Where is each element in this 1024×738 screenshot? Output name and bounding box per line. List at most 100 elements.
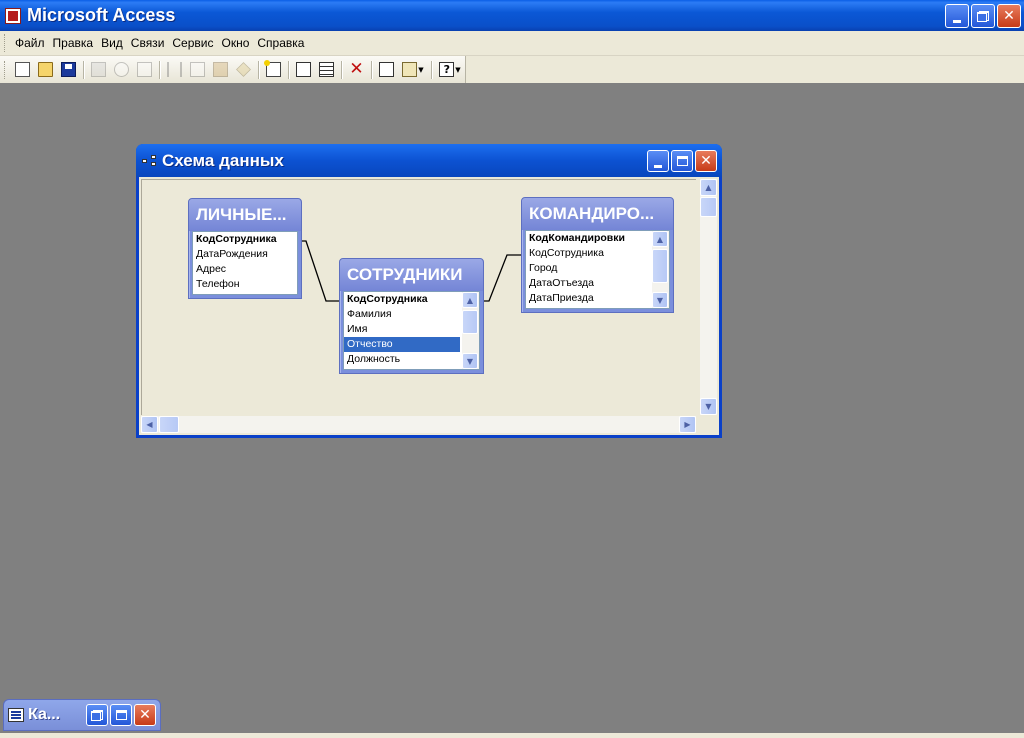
field-item[interactable]: ДатаОтъезда — [526, 276, 648, 291]
scroll-down-arrow[interactable]: ▼ — [652, 292, 668, 308]
scroll-thumb[interactable] — [652, 249, 668, 283]
new-icon — [15, 62, 30, 77]
app-title-bar[interactable]: Microsoft Access ✕ — [0, 0, 1024, 31]
scroll-left-arrow[interactable]: ◀ — [141, 416, 158, 433]
minimized-close-button[interactable]: ✕ — [134, 704, 156, 726]
scroll-thumb[interactable] — [462, 310, 478, 334]
scroll-thumb[interactable] — [159, 416, 179, 433]
show-table-button[interactable] — [262, 59, 285, 81]
toolbar-separator — [159, 60, 160, 79]
field-item[interactable]: Город — [526, 261, 648, 276]
minimize-icon — [953, 19, 961, 23]
menu-view[interactable]: Вид — [97, 36, 127, 50]
minimized-maximize-button[interactable] — [110, 704, 132, 726]
database-window-icon — [8, 708, 24, 722]
field-item[interactable]: Телефон — [193, 277, 297, 292]
scroll-thumb[interactable] — [700, 197, 717, 217]
dropdown-arrow-icon: ▼ — [418, 65, 424, 74]
field-item[interactable]: КодСотрудника — [344, 292, 460, 307]
field-list: КодСотрудника Фамилия Имя Отчество Должн… — [343, 291, 480, 370]
child-close-button[interactable]: ✕ — [695, 150, 717, 172]
new-button[interactable] — [11, 59, 34, 81]
cut-button[interactable] — [163, 59, 186, 81]
save-icon — [61, 62, 76, 77]
toolbar-grip[interactable] — [4, 60, 7, 79]
field-item[interactable]: Адрес — [193, 262, 297, 277]
show-all-relationships-button[interactable] — [315, 59, 338, 81]
menu-relationships[interactable]: Связи — [127, 36, 169, 50]
menu-tools[interactable]: Сервис — [168, 36, 217, 50]
scroll-down-arrow[interactable]: ▼ — [700, 398, 717, 415]
app-close-button[interactable]: ✕ — [997, 4, 1021, 28]
new-object-dropdown[interactable]: ▼ — [398, 59, 428, 81]
print-preview-button[interactable] — [110, 59, 133, 81]
field-item[interactable]: Фамилия — [344, 307, 460, 322]
chevron-right-icon: ▶ — [684, 420, 691, 429]
table-personal[interactable]: ЛИЧНЫЕ... КодСотрудника ДатаРождения Адр… — [188, 198, 302, 299]
maximize-icon — [676, 156, 688, 166]
minimized-window-controls: ✕ — [86, 704, 156, 726]
scroll-up-arrow[interactable]: ▲ — [652, 231, 668, 247]
child-minimize-button[interactable] — [647, 150, 669, 172]
scroll-up-arrow[interactable]: ▲ — [700, 179, 717, 196]
menu-grip[interactable] — [4, 34, 7, 52]
open-button[interactable] — [34, 59, 57, 81]
field-item[interactable]: КодКомандировки — [526, 231, 648, 246]
field-item[interactable]: КодСотрудника — [193, 232, 297, 247]
delete-button[interactable]: ✕ — [345, 59, 368, 81]
scroll-up-arrow[interactable]: ▲ — [462, 292, 478, 308]
paste-button[interactable] — [209, 59, 232, 81]
relationships-window-title-bar[interactable]: Схема данных ✕ — [136, 144, 722, 177]
help-icon: ? — [439, 62, 455, 77]
menu-help[interactable]: Справка — [253, 36, 308, 50]
menu-file[interactable]: Файл — [11, 36, 49, 50]
field-item-selected[interactable]: Отчество — [344, 337, 460, 352]
app-minimize-button[interactable] — [945, 4, 969, 28]
minimized-restore-button[interactable] — [86, 704, 108, 726]
access-app-icon[interactable] — [5, 7, 21, 24]
menu-window[interactable]: Окно — [217, 36, 253, 50]
table-title[interactable]: КОМАНДИРО... — [522, 198, 673, 230]
canvas-horizontal-scrollbar[interactable]: ◀ ▶ — [141, 416, 696, 433]
table-employees[interactable]: СОТРУДНИКИ КодСотрудника Фамилия Имя Отч… — [339, 258, 484, 374]
field-item[interactable]: ДатаПриезда — [526, 291, 648, 306]
relation-line-employees-trips — [482, 254, 523, 302]
chevron-down-icon: ▼ — [705, 402, 712, 411]
show-direct-relationships-button[interactable] — [292, 59, 315, 81]
close-icon: ✕ — [139, 707, 151, 723]
maximize-icon — [115, 710, 127, 720]
print-preview-icon — [114, 62, 129, 77]
app-restore-button[interactable] — [971, 4, 995, 28]
field-item[interactable]: Должность — [344, 352, 460, 367]
close-icon: ✕ — [700, 153, 712, 169]
field-item[interactable]: Имя — [344, 322, 460, 337]
properties-icon — [379, 62, 394, 77]
print-button[interactable] — [87, 59, 110, 81]
table-title[interactable]: СОТРУДНИКИ — [340, 259, 483, 291]
help-dropdown[interactable]: ? ▼ — [435, 59, 465, 81]
relationship-toolbar: ✕ ▼ ? ▼ — [0, 56, 466, 83]
field-list-scrollbar[interactable]: ▲ ▼ — [652, 231, 669, 308]
paste-icon — [213, 62, 228, 77]
new-object-icon — [402, 62, 418, 77]
canvas-vertical-scrollbar[interactable]: ▲ ▼ — [700, 179, 717, 415]
field-item[interactable]: ДатаРождения — [193, 247, 297, 262]
spelling-button[interactable] — [133, 59, 156, 81]
field-item[interactable]: КодСотрудника — [526, 246, 648, 261]
copy-button[interactable] — [186, 59, 209, 81]
scroll-down-arrow[interactable]: ▼ — [462, 353, 478, 369]
format-painter-button[interactable] — [232, 59, 255, 81]
minimized-window-title: Ка... — [28, 706, 61, 723]
minimized-database-window[interactable]: Ка... ✕ — [3, 699, 161, 731]
chevron-up-icon: ▲ — [656, 234, 664, 244]
child-maximize-button[interactable] — [671, 150, 693, 172]
scroll-right-arrow[interactable]: ▶ — [679, 416, 696, 433]
properties-button[interactable] — [375, 59, 398, 81]
field-list-scrollbar[interactable]: ▲ ▼ — [462, 292, 479, 369]
menu-edit[interactable]: Правка — [49, 36, 98, 50]
show-table-icon — [264, 60, 281, 77]
table-title[interactable]: ЛИЧНЫЕ... — [189, 199, 301, 231]
table-business-trips[interactable]: КОМАНДИРО... КодКомандировки КодСотрудни… — [521, 197, 674, 313]
relationships-canvas[interactable]: ЛИЧНЫЕ... КодСотрудника ДатаРождения Адр… — [141, 179, 696, 415]
save-button[interactable] — [57, 59, 80, 81]
